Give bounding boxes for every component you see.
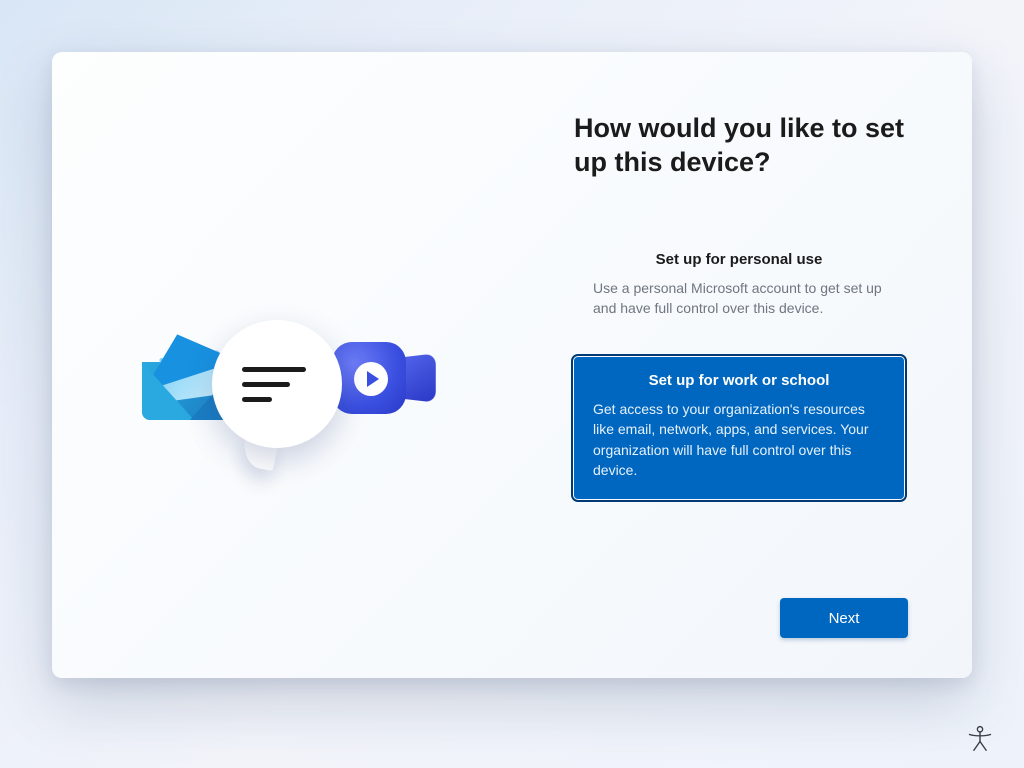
option-personal-title: Set up for personal use bbox=[593, 251, 885, 268]
setup-options: Set up for personal use Use a personal M… bbox=[574, 236, 904, 500]
option-work-description: Get access to your organization's resour… bbox=[593, 399, 885, 480]
oobe-card: How would you like to set up this device… bbox=[52, 52, 972, 678]
chat-bubble-icon bbox=[212, 320, 342, 448]
accessibility-icon[interactable] bbox=[966, 724, 994, 752]
option-work-or-school[interactable]: Set up for work or school Get access to … bbox=[574, 357, 904, 499]
content-pane: How would you like to set up this device… bbox=[542, 52, 972, 678]
option-personal-description: Use a personal Microsoft account to get … bbox=[593, 278, 885, 319]
illustration-pane bbox=[52, 52, 542, 678]
option-personal-use[interactable]: Set up for personal use Use a personal M… bbox=[574, 236, 904, 338]
illustration bbox=[102, 312, 482, 552]
option-work-title: Set up for work or school bbox=[593, 372, 885, 389]
video-camera-icon bbox=[332, 342, 432, 422]
next-button[interactable]: Next bbox=[780, 598, 908, 638]
page-title: How would you like to set up this device… bbox=[574, 112, 908, 180]
